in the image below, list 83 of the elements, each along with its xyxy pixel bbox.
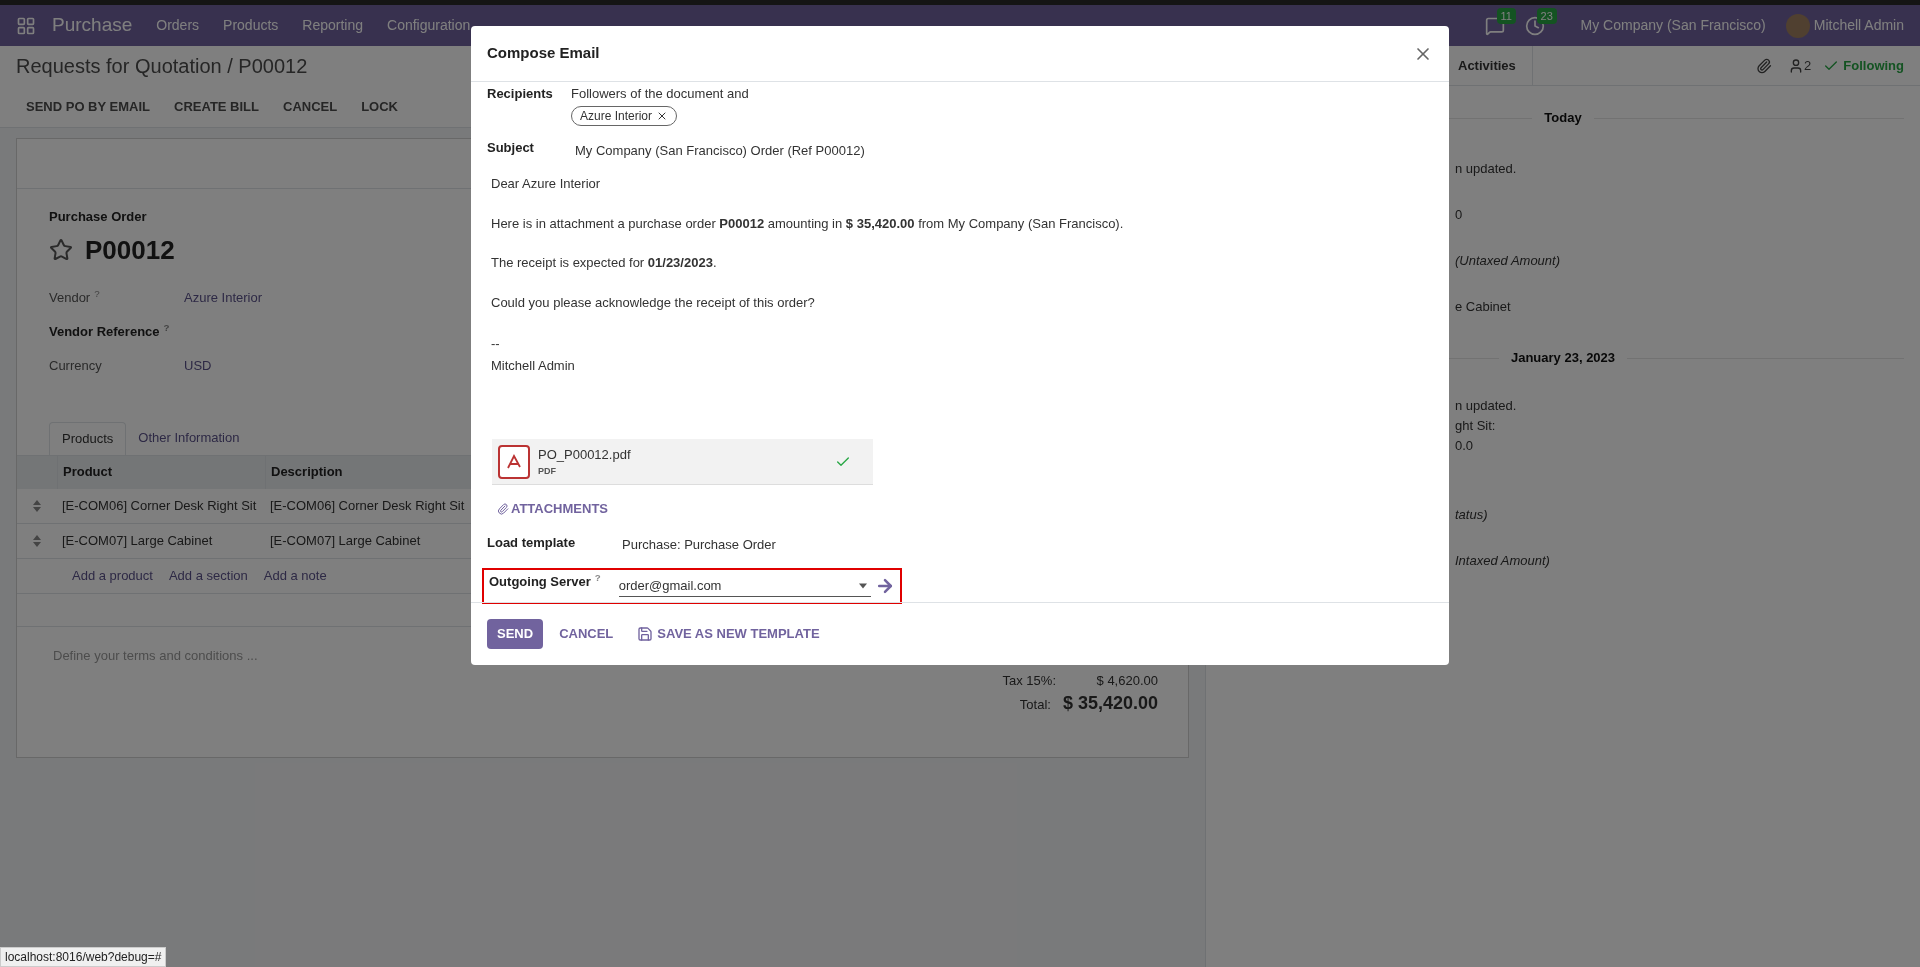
email-paragraph: Here is in attachment a purchase order P00012 amounting in $ 35,420.00 from My Company (San Francisco). [491,214,1125,233]
attachment-type: PDF [538,464,557,478]
menu-item[interactable]: Reporting [302,15,364,36]
dropdown-caret-icon[interactable] [859,582,868,589]
field-label: Currency [49,356,103,375]
paperclip-icon[interactable] [1756,57,1773,74]
document-type-label: Purchase Order [49,208,147,226]
action-button[interactable]: CREATE BILL [174,96,259,117]
pdf-file-icon [498,444,530,479]
attachments-button[interactable]: ATTACHMENTS [497,499,608,519]
total-label: Tax 15%: [1002,671,1056,690]
table-cell-text: [E-COM06] Corner Desk Right Sit [61,496,258,515]
following-button[interactable]: Following [1843,55,1904,76]
add-line-link[interactable]: Add a section [168,565,248,586]
template-field[interactable]: Purchase: Purchase Order [622,534,776,554]
table-cell-text: [E-COM06] Corner Desk Right Sit [269,496,466,515]
action-button[interactable]: CANCEL [283,96,338,117]
user-menu[interactable]: Mitchell Admin [1813,15,1904,36]
help-marker[interactable]: ? [594,572,601,584]
message-text: ght Sit: [1455,417,1496,436]
signature-line: -- [491,335,501,353]
date-separator: January 23, 2023 [1509,349,1617,368]
dialog-title: Compose Email [487,43,600,64]
message-text: (Untaxed Amount) [1455,252,1560,271]
message-text: tatus) [1455,506,1488,525]
message-text: 0 [1455,206,1463,225]
open-record-icon[interactable] [875,576,895,596]
total-value: $ 4,620.00 [1095,671,1158,690]
apps-menu-icon[interactable] [16,15,36,36]
field-label: Vendor Reference $^{?}$ [49,321,171,341]
table-cell-text: [E-COM07] Large Cabinet [61,531,214,550]
activities-button[interactable]: Activities [1458,55,1516,76]
message-text: 0.0 [1455,437,1474,456]
save-template-button[interactable]: SAVE AS NEW TEMPLATE [637,624,820,644]
star-icon[interactable] [49,238,73,262]
menu-item[interactable]: Configuration [387,15,471,36]
subject-field[interactable]: My Company (San Francisco) Order (Ref P00012) [575,140,865,160]
drag-handle-icon[interactable] [33,534,41,547]
message-text: n updated. [1455,397,1517,416]
breadcrumb[interactable]: Requests for Quotation / P00012 [16,51,308,81]
form-tab[interactable]: Other Information [126,421,252,455]
company-switcher[interactable]: My Company (San Francisco) [1580,15,1766,36]
add-line-link[interactable]: Add a product [72,565,153,586]
app-name[interactable]: Purchase [52,11,133,40]
menu-item[interactable]: Orders [156,15,200,36]
field-value[interactable]: USD [184,355,212,375]
action-button[interactable]: LOCK [361,96,398,117]
message-text: Intaxed Amount) [1455,552,1550,571]
email-paragraph: Dear Azure Interior [491,175,602,193]
message-text: e Cabinet [1455,298,1511,317]
status-url: localhost:8016/web?debug=# [0,947,167,967]
recipients-text: Followers of the document and [571,85,749,103]
menu-item[interactable]: Products [223,15,279,36]
field-label: Subject [487,138,535,157]
total-label: Total: [1019,696,1051,714]
field-label: Vendor $^{?}$ [49,287,101,307]
email-paragraph: The receipt is expected for 01/23/2023. [491,254,718,272]
column-header[interactable]: Product [57,455,265,489]
action-button[interactable]: SEND PO BY EMAIL [26,96,150,117]
help-marker[interactable]: ? [94,287,100,299]
form-tab[interactable]: Products [49,421,127,455]
send-button[interactable]: SEND [487,619,544,649]
messages-count-badge: 11 [1496,7,1516,24]
date-separator: Today [1543,109,1583,128]
activities-count-badge: 23 [1536,7,1557,24]
attachment-name[interactable]: PO_P00012.pdf [538,445,631,465]
field-value[interactable]: Azure Interior [184,287,263,307]
followers-count[interactable]: 2 [1804,55,1812,76]
document-number: P00012 [85,233,175,267]
cancel-button[interactable]: CANCEL [555,624,618,644]
field-label: Load template [487,533,577,552]
add-line-link[interactable]: Add a note [263,565,327,586]
drag-handle-icon[interactable] [33,499,41,512]
help-marker[interactable]: ? [163,321,170,333]
table-cell-text: [E-COM07] Large Cabinet [269,531,422,550]
total-value: $ 35,420.00 [1062,692,1158,715]
signature-line: Mitchell Admin [491,356,576,375]
outgoing-server-field[interactable]: order@gmail.com [618,575,872,597]
paperclip-icon [497,502,509,515]
message-text: n updated. [1455,160,1517,179]
field-label: Recipients [487,85,554,103]
field-label: Outgoing Server $^{?}$ [489,572,602,592]
email-paragraph: Could you please acknowledge the receipt of this order? [491,293,816,312]
